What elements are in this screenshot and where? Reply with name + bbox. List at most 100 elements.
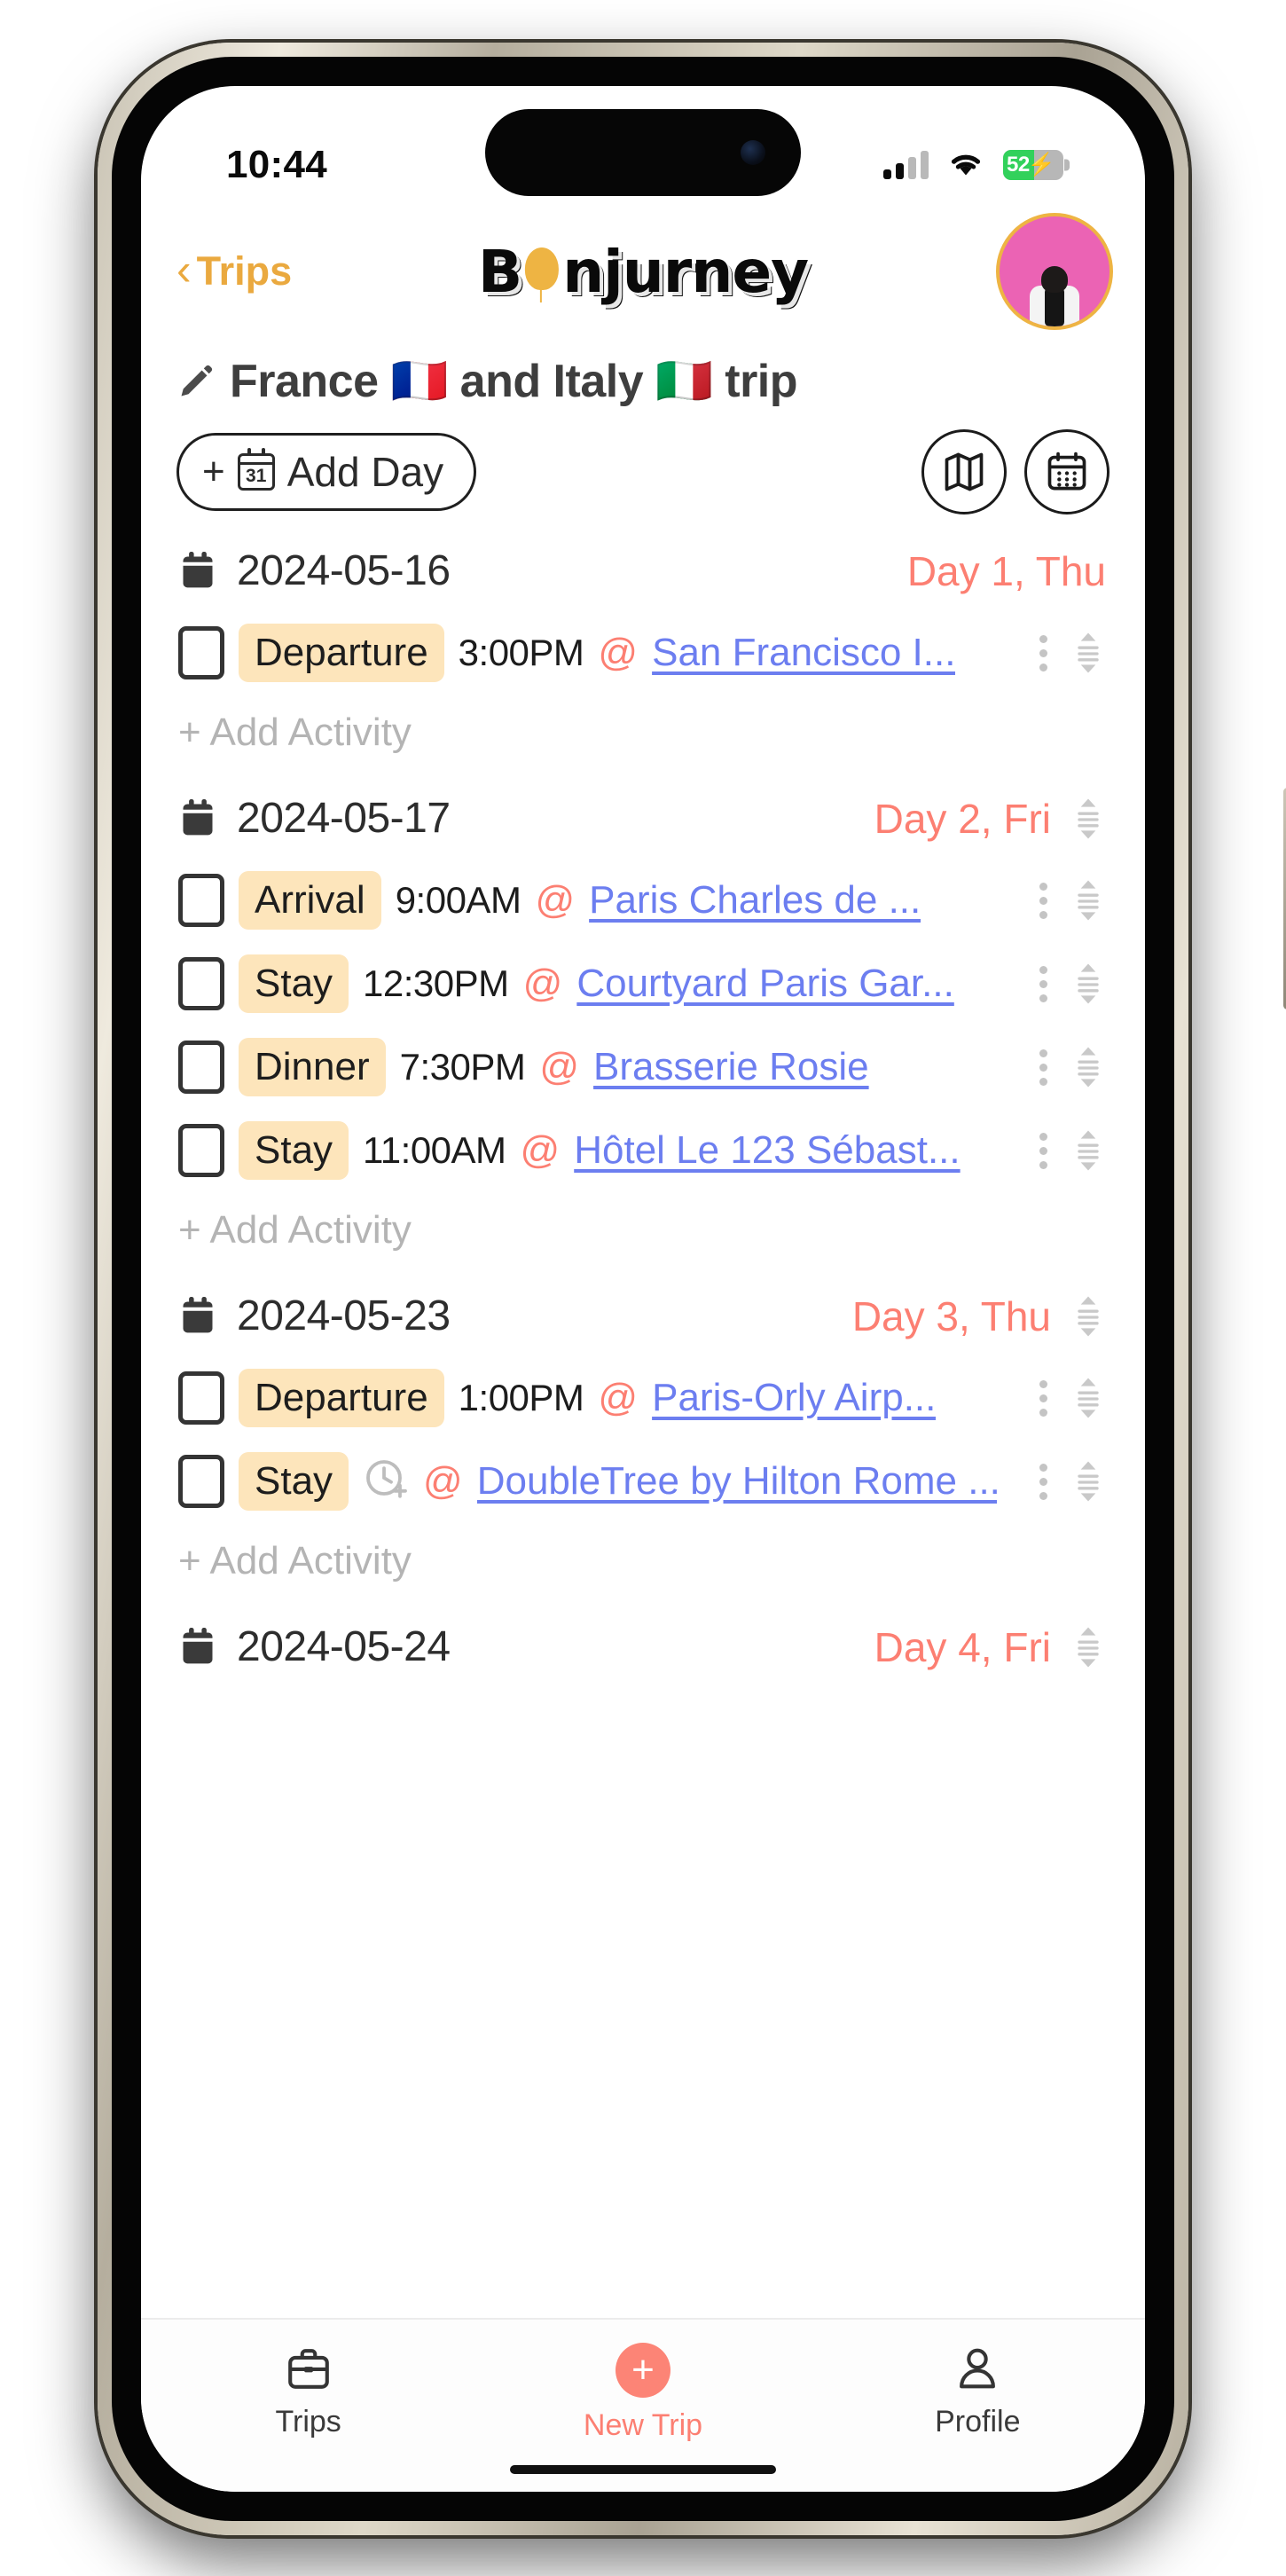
day-date: 2024-05-16 — [237, 547, 451, 594]
chevron-left-icon: ‹ — [176, 245, 192, 295]
calendar-31-icon: 31 — [237, 448, 275, 491]
battery-icon: 52 ⚡ — [1003, 150, 1070, 180]
app-logo: B njurney — [477, 237, 809, 306]
activity-checkbox[interactable] — [178, 874, 224, 927]
drag-handle-icon[interactable] — [1070, 1458, 1106, 1504]
drag-handle-icon[interactable] — [1070, 1293, 1106, 1339]
phone-bezel: 10:44 52 ⚡ ‹ Trips B njurney France 🇫🇷 a… — [112, 57, 1174, 2521]
page-title: France 🇫🇷 and Italy 🇮🇹 trip — [230, 356, 798, 407]
at-symbol: @ — [598, 1376, 639, 1419]
activity-checkbox[interactable] — [178, 1041, 224, 1094]
balloon-icon — [522, 244, 561, 302]
calendar-day-icon — [183, 798, 213, 835]
calendar-day-number: 31 — [246, 466, 267, 486]
back-label: Trips — [196, 248, 293, 294]
drag-handle-icon[interactable] — [1070, 630, 1106, 676]
calendar-view-button[interactable] — [1024, 429, 1110, 514]
activity-menu-button[interactable] — [1031, 1127, 1056, 1174]
day-header: 2024-05-23 Day 3, Thu — [141, 1276, 1145, 1356]
activity-time[interactable]: 9:00AM — [396, 879, 521, 922]
activity-checkbox[interactable] — [178, 626, 224, 679]
activity-time[interactable]: 11:00AM — [363, 1129, 506, 1172]
activity-row[interactable]: Stay 12:30PM @ Courtyard Paris Gar... — [141, 942, 1145, 1025]
logo-text-part1: B — [477, 237, 522, 306]
activity-time[interactable]: 12:30PM — [363, 962, 509, 1005]
activity-row[interactable]: Arrival 9:00AM @ Paris Charles de ... — [141, 859, 1145, 942]
pencil-icon[interactable] — [176, 362, 216, 401]
add-day-button[interactable]: + 31 Add Day — [176, 433, 477, 511]
calendar-day-icon — [183, 1627, 213, 1663]
activity-menu-button[interactable] — [1031, 1375, 1056, 1422]
tab-label-new-trip: New Trip — [583, 2408, 703, 2442]
day-header: 2024-05-24 Day 4, Fri — [141, 1606, 1145, 1687]
add-activity-button[interactable]: + Add Activity — [141, 1523, 1145, 1606]
activity-row[interactable]: Stay @ DoubleTree by Hilton Rome ... — [141, 1440, 1145, 1523]
phone-frame: 10:44 52 ⚡ ‹ Trips B njurney France 🇫🇷 a… — [98, 43, 1286, 2535]
trip-actions-row: + 31 Add Day — [141, 420, 1145, 530]
activity-row[interactable]: Dinner 7:30PM @ Brasserie Rosie — [141, 1025, 1145, 1109]
tab-new-trip[interactable]: + New Trip — [554, 2343, 732, 2443]
activity-menu-button[interactable] — [1031, 877, 1056, 924]
drag-handle-icon[interactable] — [1070, 877, 1106, 923]
activity-type-badge: Arrival — [239, 871, 381, 930]
map-view-button[interactable] — [921, 429, 1007, 514]
clock-add-icon[interactable] — [363, 1457, 409, 1506]
itinerary-day-list: 2024-05-16 Day 1, Thu Departure 3:00PM @ San … — [141, 530, 1145, 1696]
drag-handle-icon[interactable] — [1070, 1624, 1106, 1670]
drag-handle-icon[interactable] — [1070, 1044, 1106, 1090]
view-toggle-group — [921, 429, 1110, 514]
plus-circle-icon: + — [615, 2343, 670, 2398]
phone-screen: 10:44 52 ⚡ ‹ Trips B njurney France 🇫🇷 a… — [141, 86, 1145, 2492]
calendar-day-icon — [183, 1296, 213, 1332]
activity-place-link[interactable]: Paris Charles de ... — [589, 878, 921, 923]
day-label: Day 3, Thu — [851, 1292, 1051, 1339]
activity-type-badge: Stay — [239, 1452, 349, 1511]
activity-checkbox[interactable] — [178, 1371, 224, 1425]
drag-handle-icon[interactable] — [1070, 1127, 1106, 1174]
activity-menu-button[interactable] — [1031, 630, 1056, 677]
activity-checkbox[interactable] — [178, 957, 224, 1010]
activity-place-link[interactable]: Paris-Orly Airp... — [652, 1376, 936, 1420]
nav-header: ‹ Trips B njurney — [141, 213, 1145, 330]
activity-menu-button[interactable] — [1031, 1044, 1056, 1091]
drag-handle-icon[interactable] — [1070, 796, 1106, 842]
add-activity-button[interactable]: + Add Activity — [141, 695, 1145, 778]
tab-trips[interactable]: Trips — [220, 2343, 397, 2439]
activity-checkbox[interactable] — [178, 1455, 224, 1508]
activity-type-badge: Departure — [239, 1369, 444, 1427]
trip-detail-content: France 🇫🇷 and Italy 🇮🇹 trip + 31 Add Day — [141, 326, 1145, 2318]
activity-row[interactable]: Departure 3:00PM @ San Francisco I... — [141, 611, 1145, 695]
activity-menu-button[interactable] — [1031, 1458, 1056, 1505]
tab-profile[interactable]: Profile — [889, 2343, 1066, 2439]
day-header: 2024-05-16 Day 1, Thu — [141, 530, 1145, 611]
calendar-day-icon — [183, 551, 213, 587]
add-activity-button[interactable]: + Add Activity — [141, 1192, 1145, 1276]
back-to-trips-button[interactable]: ‹ Trips — [176, 245, 293, 295]
activity-menu-button[interactable] — [1031, 961, 1056, 1008]
at-symbol: @ — [423, 1459, 463, 1503]
activity-time[interactable]: 1:00PM — [459, 1377, 584, 1419]
status-time: 10:44 — [226, 143, 328, 186]
logo-text-part2: njurney — [562, 237, 809, 306]
activity-place-link[interactable]: Brasserie Rosie — [593, 1045, 869, 1089]
activity-checkbox[interactable] — [178, 1124, 224, 1177]
avatar[interactable] — [996, 213, 1113, 330]
home-indicator — [510, 2465, 776, 2474]
activity-row[interactable]: Stay 11:00AM @ Hôtel Le 123 Sébast... — [141, 1109, 1145, 1192]
tab-label-trips: Trips — [275, 2405, 341, 2439]
activity-type-badge: Stay — [239, 1121, 349, 1180]
person-icon — [960, 2348, 996, 2389]
activity-time[interactable]: 7:30PM — [400, 1046, 526, 1088]
activity-place-link[interactable]: Hôtel Le 123 Sébast... — [574, 1128, 960, 1173]
status-icons: 52 ⚡ — [883, 123, 1070, 180]
at-symbol: @ — [535, 878, 576, 922]
drag-handle-icon[interactable] — [1070, 1375, 1106, 1421]
activity-place-link[interactable]: DoubleTree by Hilton Rome ... — [477, 1459, 997, 1504]
activity-time[interactable]: 3:00PM — [459, 632, 584, 674]
activity-row[interactable]: Departure 1:00PM @ Paris-Orly Airp... — [141, 1356, 1145, 1440]
drag-handle-icon[interactable] — [1070, 961, 1106, 1007]
day-date: 2024-05-24 — [237, 1623, 451, 1670]
activity-place-link[interactable]: San Francisco I... — [652, 631, 955, 675]
at-symbol: @ — [520, 1128, 561, 1172]
activity-place-link[interactable]: Courtyard Paris Gar... — [576, 962, 953, 1006]
